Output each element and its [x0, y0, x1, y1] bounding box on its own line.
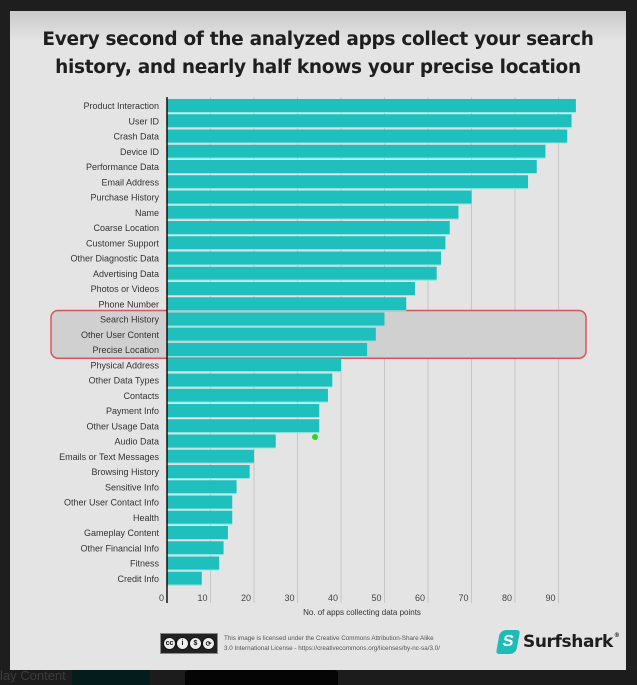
bar [167, 373, 333, 387]
x-axis-label: No. of apps collecting data points [303, 608, 421, 617]
sa-icon: ⟳ [202, 637, 215, 650]
category-label: Browsing History [91, 467, 159, 477]
bar [167, 358, 341, 372]
license-text: This image is licensed under the Creativ… [224, 634, 440, 654]
bar [167, 404, 320, 417]
category-label: Customer Support [86, 238, 160, 248]
category-label: Fitness [130, 559, 160, 569]
background-app-strip: lay Content [0, 668, 637, 685]
bar [167, 190, 472, 204]
category-label: Other User Contact Info [64, 498, 159, 508]
bar [167, 327, 376, 341]
by-icon: i [176, 637, 189, 650]
category-label: Precise Location [92, 345, 159, 355]
x-tick-label: 20 [241, 593, 251, 603]
license-line-2: 3.0 International License - https://crea… [224, 644, 440, 652]
bar [167, 221, 450, 234]
category-label: Other User Content [81, 330, 160, 340]
bar [167, 312, 385, 326]
bar [167, 160, 537, 173]
x-tick-label: 10 [197, 593, 207, 603]
x-tick-label: 30 [284, 593, 294, 603]
cursor-dot [312, 434, 318, 440]
category-label: User ID [128, 116, 159, 126]
category-label: Other Data Types [89, 376, 160, 386]
bar [167, 144, 546, 158]
bar [167, 449, 254, 463]
category-label: Device ID [120, 147, 160, 157]
category-label: Other Financial Info [80, 543, 159, 553]
license-block: cc i $ ⟳ This image is licensed under th… [160, 633, 440, 654]
bar [167, 282, 415, 295]
category-label: Other Diagnostic Data [70, 254, 159, 264]
nc-icon: $ [189, 637, 202, 650]
category-label: Emails or Text Messages [59, 452, 159, 462]
bar [167, 480, 237, 494]
bar [167, 419, 320, 433]
bar [167, 541, 224, 555]
bar [167, 175, 529, 189]
category-label: Audio Data [114, 437, 159, 447]
background-teal-block [72, 670, 150, 685]
x-tick-label: 0 [159, 593, 164, 603]
category-label: Contacts [123, 391, 159, 401]
surfshark-logo: S Surfshark® [495, 630, 620, 654]
category-label: Sensitive Info [105, 482, 159, 492]
image-viewer-modal: Every second of the analyzed apps collec… [10, 11, 626, 670]
bar [167, 251, 442, 265]
license-line-1: This image is licensed under the Creativ… [224, 634, 434, 642]
brand-name: Surfshark [523, 632, 613, 652]
category-label: Product Interaction [83, 101, 159, 111]
bar-chart: Product Interaction User ID Crash Data Devi… [50, 97, 587, 617]
x-tick-label: 40 [328, 593, 338, 603]
bar [167, 99, 576, 112]
category-label: Physical Address [90, 360, 159, 370]
category-label: Email Address [101, 177, 159, 187]
bar [167, 236, 446, 250]
bar [167, 510, 233, 524]
category-label: Performance Data [86, 162, 159, 172]
bar [167, 556, 220, 570]
x-tick-label: 80 [502, 593, 512, 603]
category-label: Crash Data [113, 132, 159, 142]
bar [167, 343, 368, 356]
category-label: Phone Number [98, 299, 159, 309]
x-tick-label: 90 [545, 593, 555, 603]
x-tick-label: 60 [415, 593, 425, 603]
category-label: Credit Info [117, 574, 159, 584]
bar [167, 571, 202, 585]
category-label: Payment Info [106, 406, 159, 416]
registered-mark: ® [613, 632, 620, 639]
bar [167, 114, 572, 128]
category-label: Other Usage Data [86, 421, 159, 431]
bar [167, 266, 437, 280]
category-label: Name [135, 208, 159, 218]
category-label: Coarse Location [93, 223, 159, 233]
background-dark-block [185, 670, 338, 685]
bar [167, 205, 459, 219]
category-label: Purchase History [90, 193, 159, 203]
category-label: Gameplay Content [84, 528, 160, 538]
bar [167, 434, 276, 448]
bar [167, 526, 228, 539]
surfshark-logo-icon: S [495, 630, 521, 654]
background-text: lay Content [0, 668, 66, 683]
bar [167, 465, 250, 478]
bar [167, 495, 233, 509]
cc-license-badge[interactable]: cc i $ ⟳ [160, 633, 218, 654]
category-label: Health [133, 513, 159, 523]
bar [167, 297, 407, 311]
category-label: Photos or Videos [91, 284, 160, 294]
x-tick-label: 50 [371, 593, 381, 603]
cc-icon: cc [163, 637, 176, 650]
x-tick-labels: 0 10 20 30 40 50 60 70 80 90 [159, 593, 556, 603]
category-label: Search History [100, 315, 160, 325]
category-label: Advertising Data [93, 269, 159, 279]
bar [167, 129, 568, 143]
bar [167, 388, 328, 402]
x-tick-label: 70 [458, 593, 468, 603]
